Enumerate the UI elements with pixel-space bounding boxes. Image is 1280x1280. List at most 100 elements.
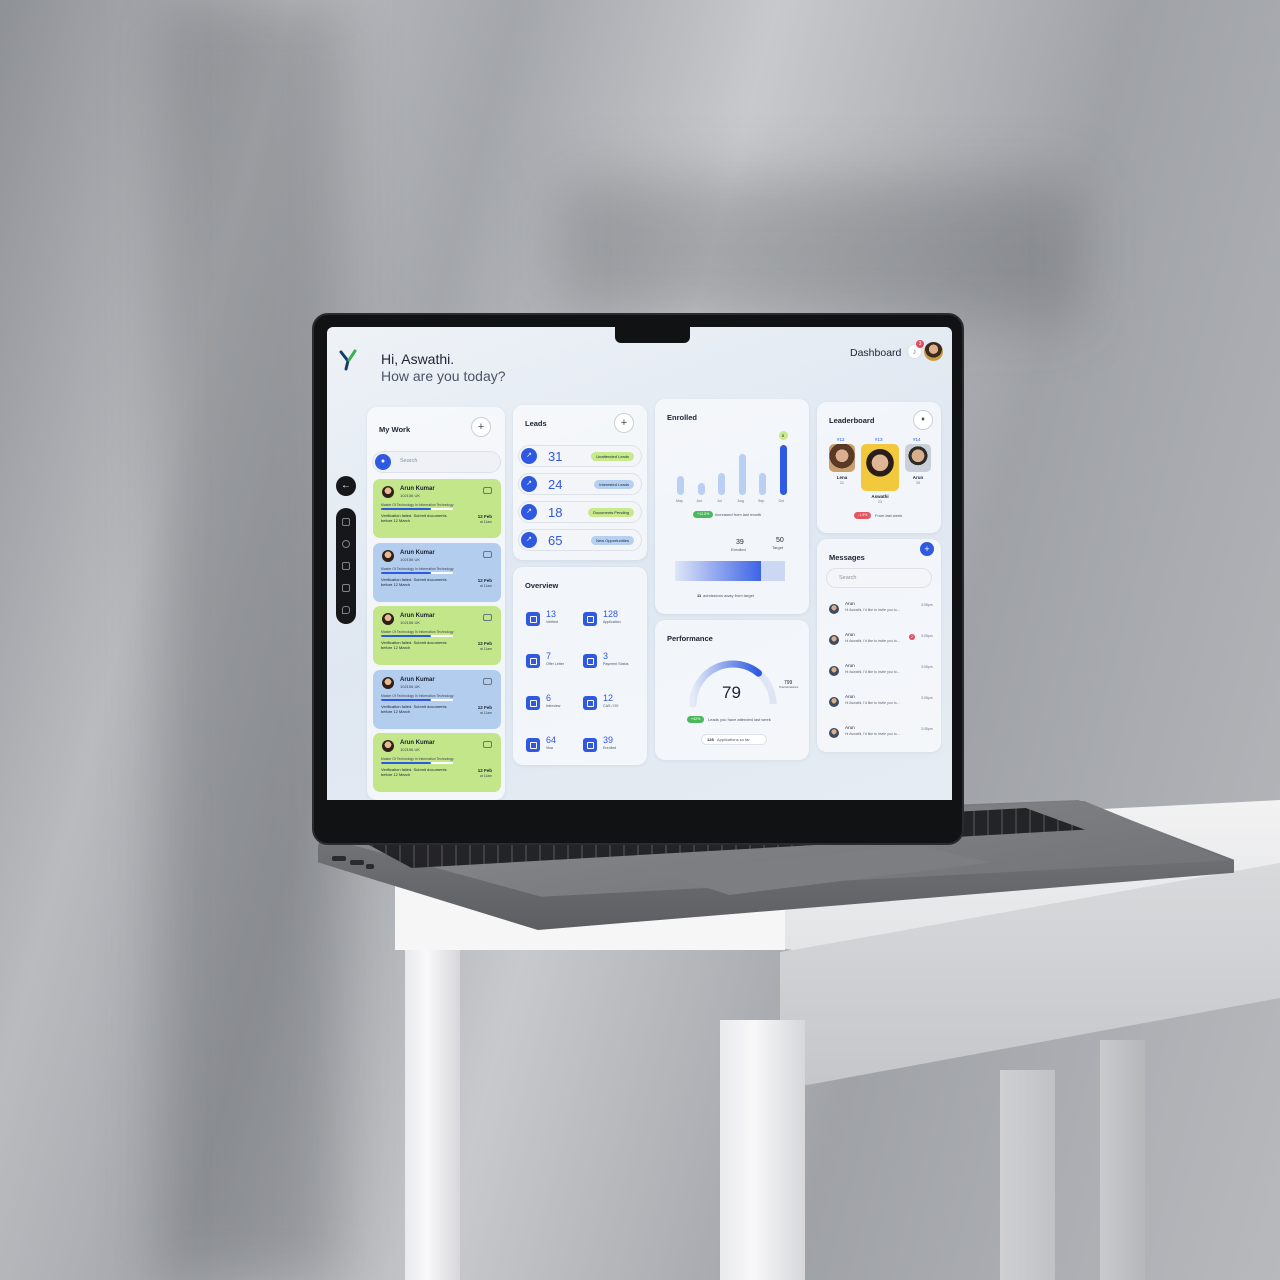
work-item-time: at 11am [480,710,492,715]
leaderboard-score: 25 [916,481,920,485]
work-item[interactable]: Arun Kumar 102156 UK Master Of Technology … [373,733,501,792]
lead-row[interactable]: ↗ 65 New Opportunities [518,529,642,551]
chat-icon[interactable] [342,606,350,614]
work-item-name: Arun Kumar [400,549,435,556]
enrolled-value: 39 [736,539,744,546]
message-sender: Arun [845,663,855,668]
overview-item[interactable]: 3 Payment Status [583,651,643,673]
search-placeholder: Search [400,458,418,464]
arrow-up-right-icon: ↗ [521,532,537,548]
work-item[interactable]: Arun Kumar 102156 UK Master Of Technology … [373,542,501,602]
lead-row[interactable]: ↗ 18 Documents Pending [518,501,642,523]
chart-bar[interactable] [738,454,746,495]
work-item-course: Master Of Technology In Information Tech… [381,503,454,507]
enrolled-label: Enrolled [731,547,746,552]
leaderboard-rank: #14 [913,437,921,442]
work-item-status: Verification failed. Submit documents be… [381,576,447,587]
work-item-time: at 11am [480,647,492,651]
chart-x-label: May [676,499,683,503]
enrolled-title: Enrolled [667,413,698,422]
message-sender: Arun [845,632,855,637]
overview-icon [526,696,540,710]
avatar [382,613,394,625]
performance-title: Performance [667,634,713,643]
back-arrow-icon[interactable]: ← [336,476,356,496]
magsafe-port [366,864,374,869]
performance-footer-text: Applications so far [717,737,750,742]
leads-title: Leads [525,419,547,428]
work-item-progress-fill [381,571,432,574]
message-icon[interactable] [483,741,492,748]
overview-item[interactable]: 39 Enrolled [583,735,643,757]
new-message-button[interactable]: + [920,542,934,556]
message-icon[interactable] [483,677,492,685]
overview-label: Enrolled [603,746,617,750]
lead-row[interactable]: ↗ 24 Interested Leads [518,473,642,495]
overview-item[interactable]: 7 Offer Letter [526,651,586,673]
work-item-progress-fill [381,762,432,764]
lead-row[interactable]: ↗ 31 Unattended Leads [518,445,642,467]
overview-item[interactable]: 6 Interview [526,693,586,715]
work-item-name: Arun Kumar [400,486,435,492]
overview-icon [583,654,597,668]
message-time: 3:35pm [921,727,933,731]
work-item-id: 102156 UK [400,683,421,689]
message-item[interactable]: Arun Hi Aswathi, I'd like to invite you t… [829,632,933,654]
overview-item[interactable]: 12 CAS / I20 [583,693,643,715]
avatar [382,486,394,498]
message-item[interactable]: Arun Hi Aswathi, I'd like to invite you t… [829,601,933,623]
work-item[interactable]: Arun Kumar 102156 UK Master Of Technology … [373,669,501,729]
side-nav: ← [336,474,358,624]
performance-change-text: Leads you have attended last week [708,717,771,722]
work-item-name: Arun Kumar [400,740,435,746]
performance-change-pill: +42% [687,716,705,723]
target-value: 50 [776,537,784,544]
chart-x-label: Oct [778,499,785,503]
leaderboard-change-pill: -1.5% [854,512,872,519]
add-work-button[interactable]: + [471,417,491,437]
message-item[interactable]: Arun Hi Aswathi, I'd like to invite you t… [829,725,933,747]
lead-tag: Documents Pending [587,508,634,517]
work-item-name: Arun Kumar [400,613,435,619]
avatar [829,635,839,645]
chart-bar[interactable] [759,473,766,495]
work-item[interactable]: Arun Kumar 102156 UK Master Of Technology … [373,479,501,538]
leads-icon[interactable] [342,540,350,548]
home-icon[interactable] [342,518,350,526]
message-item[interactable]: Arun Hi Aswathi, I'd like to invite you t… [829,694,933,716]
add-lead-button[interactable]: + [614,413,634,433]
overview-value: 3 [603,651,609,661]
chart-bar[interactable] [677,476,684,495]
work-item-status: Verification failed. Submit documents be… [381,703,447,714]
overview-icon [526,612,540,626]
documents-icon[interactable] [342,562,350,570]
arrow-up-right-icon: ↗ [521,476,537,492]
work-item[interactable]: Arun Kumar 102156 UK Master Of Technology … [373,606,501,665]
overview-value: 128 [603,609,619,619]
chart-bar[interactable] [718,473,725,495]
message-icon[interactable] [483,487,492,494]
away-text: admissions away from target [703,593,754,598]
app-logo [339,349,357,371]
chart-bar[interactable] [697,482,705,495]
trophy-icon[interactable]: ♦ [913,410,933,430]
message-item[interactable]: Arun Hi Aswathi, I'd like to invite you t… [829,663,933,685]
message-preview: Hi Aswathi, I'd like to invite you to... [845,670,900,674]
table-leg [1000,1070,1055,1280]
overview-title: Overview [525,581,559,590]
message-icon[interactable] [483,614,492,621]
messages-search-input[interactable]: Search [826,568,932,588]
enrolled-card: Enrolled May Jun Jul Aug Sep Oct 8 +12.5% Incr… [655,399,809,614]
chart-bar[interactable] [779,445,787,495]
overview-item[interactable]: 128 Application [583,609,643,631]
graduation-icon[interactable] [342,584,350,592]
work-item-course: Master Of Technology In Information Tech… [381,757,454,761]
lead-count: 31 [548,449,563,464]
avatar[interactable] [924,342,943,361]
message-icon[interactable] [483,550,492,558]
avatar [829,604,839,614]
my-work-search-input[interactable]: ● Search [372,451,501,473]
overview-item[interactable]: 64 Visa [526,735,586,757]
leaderboard-rank: #13 [875,437,883,442]
overview-item[interactable]: 13 Verified [526,609,586,631]
